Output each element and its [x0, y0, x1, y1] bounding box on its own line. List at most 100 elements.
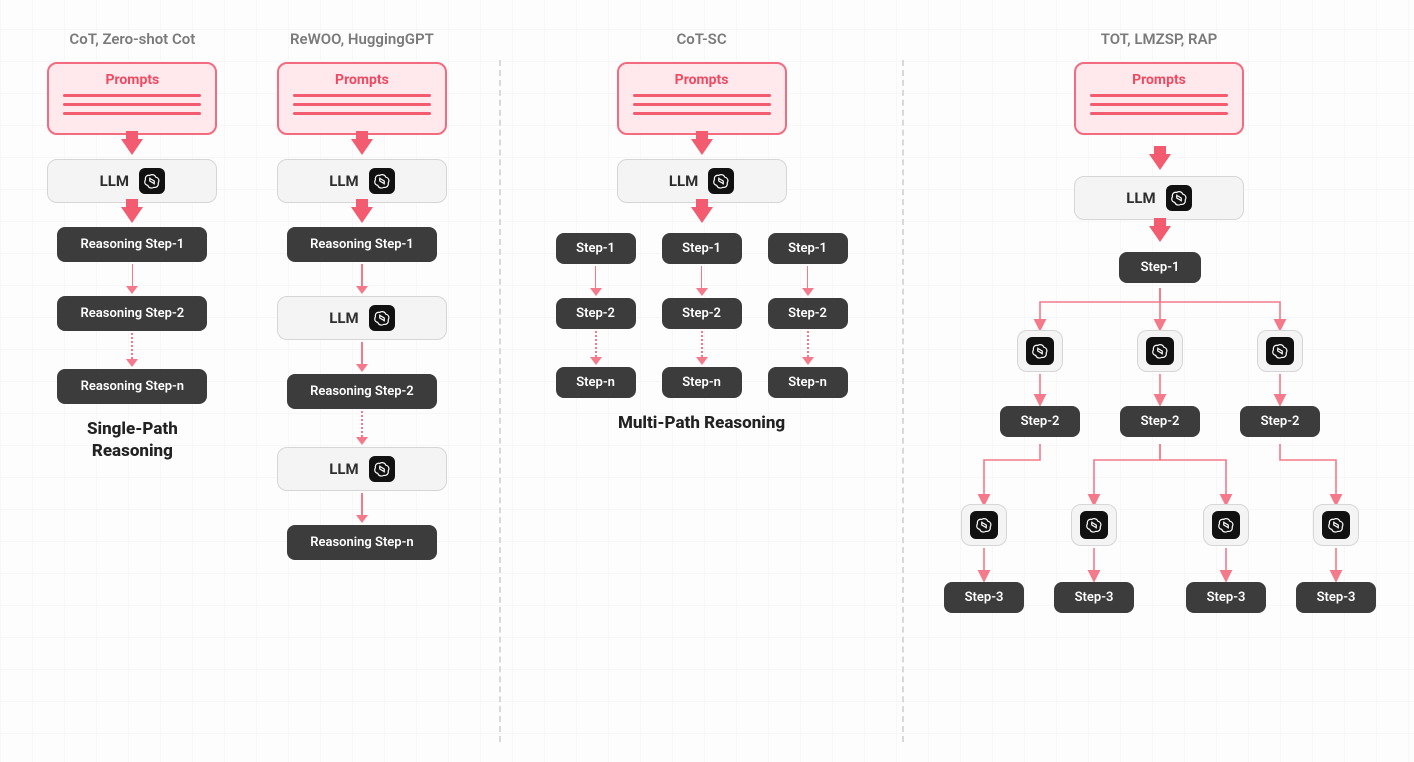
arrow-down-icon — [121, 139, 143, 155]
arrow-down-icon — [1149, 154, 1171, 170]
cotsc-paths: Step-1 Step-2 Step-n Step-1 Step-2 Step-… — [556, 233, 848, 398]
openai-icon — [369, 168, 395, 194]
arrow-down-icon — [126, 264, 138, 294]
step-node: Step-2 — [1240, 406, 1320, 437]
llm-label: LLM — [329, 460, 358, 478]
arrow-down-icon — [590, 266, 602, 296]
llm-mini-node — [1257, 330, 1303, 372]
cotsc-path: Step-1 Step-2 Step-n — [556, 233, 636, 398]
step-node: Step-3 — [1054, 582, 1134, 613]
header-cotsc: CoT-SC — [677, 30, 727, 48]
step-node: Step-n — [556, 367, 636, 398]
llm-mini-node — [1137, 330, 1183, 372]
openai-icon — [369, 305, 395, 331]
header-cot: CoT, Zero-shot Cot — [69, 30, 195, 48]
reasoning-step: Reasoning Step-2 — [287, 374, 437, 409]
llm-label: LLM — [100, 172, 129, 190]
header-tot: TOT, LMZSP, RAP — [1101, 30, 1218, 48]
arrow-down-icon — [1149, 226, 1171, 242]
prompts-box-rewoo: Prompts — [277, 62, 447, 135]
llm-node: LLM — [277, 296, 447, 340]
prompts-box-tot: Prompts — [1074, 62, 1244, 135]
cotsc-path: Step-1 Step-2 Step-n — [768, 233, 848, 398]
arrow-down-icon — [356, 342, 368, 372]
llm-node: LLM — [47, 159, 217, 203]
section-divider — [902, 60, 904, 742]
openai-icon — [1146, 337, 1174, 365]
openai-icon — [970, 511, 998, 539]
step-node: Step-2 — [1000, 406, 1080, 437]
step-node: Step-1 — [556, 233, 636, 264]
openai-icon — [1266, 337, 1294, 365]
openai-icon — [1166, 185, 1192, 211]
tot-tree: Prompts LLM Step-1 — [944, 62, 1374, 762]
arrow-down-icon — [696, 331, 708, 365]
step-node: Step-1 — [1119, 252, 1201, 283]
arrow-down-icon — [691, 139, 713, 155]
arrow-down-icon — [696, 266, 708, 296]
prompt-lines-icon — [291, 94, 433, 115]
prompts-title: Prompts — [61, 72, 203, 88]
step-node: Step-2 — [662, 298, 742, 329]
step-node: Step-1 — [662, 233, 742, 264]
column-cot: CoT, Zero-shot Cot Prompts LLM Reasoning… — [40, 30, 225, 462]
llm-mini-node — [1313, 504, 1359, 546]
arrow-down-icon — [351, 207, 373, 223]
llm-node: LLM — [617, 159, 787, 203]
prompts-box-cot: Prompts — [47, 62, 217, 135]
arrow-down-icon — [691, 207, 713, 223]
column-tot: TOT, LMZSP, RAP Prompts LLM Step-1 — [944, 30, 1374, 762]
prompts-box-cotsc: Prompts — [617, 62, 787, 135]
openai-icon — [708, 168, 734, 194]
openai-icon — [369, 456, 395, 482]
openai-icon — [1026, 337, 1054, 365]
step-node: Step-n — [662, 367, 742, 398]
step-node: Step-2 — [1120, 406, 1200, 437]
arrow-down-icon — [802, 266, 814, 296]
llm-node: LLM — [1074, 176, 1244, 220]
openai-icon — [1322, 511, 1350, 539]
arrow-down-icon — [351, 139, 373, 155]
llm-label: LLM — [329, 309, 358, 327]
prompt-lines-icon — [1088, 94, 1230, 115]
reasoning-step: Reasoning Step-1 — [287, 227, 437, 262]
caption-multi-path: Multi-Path Reasoning — [618, 412, 785, 434]
prompt-lines-icon — [61, 94, 203, 115]
caption-single-path: Single-Path Reasoning — [87, 418, 178, 462]
arrow-down-icon — [356, 411, 368, 445]
reasoning-step: Reasoning Step-2 — [57, 296, 207, 331]
arrow-down-icon — [121, 207, 143, 223]
prompts-title: Prompts — [631, 72, 773, 88]
llm-label: LLM — [1126, 189, 1155, 207]
arrow-down-icon — [356, 264, 368, 294]
prompt-lines-icon — [631, 94, 773, 115]
arrow-down-icon — [356, 493, 368, 523]
openai-icon — [1212, 511, 1240, 539]
step-node: Step-3 — [1186, 582, 1266, 613]
llm-mini-node — [1203, 504, 1249, 546]
column-rewoo: ReWOO, HuggingGPT Prompts LLM Reasoning … — [265, 30, 459, 560]
step-node: Step-n — [768, 367, 848, 398]
step-node: Step-2 — [556, 298, 636, 329]
llm-mini-node — [1017, 330, 1063, 372]
column-cotsc: CoT-SC Prompts LLM Step-1 Step-2 Step-n … — [541, 30, 862, 434]
openai-icon — [139, 168, 165, 194]
step-node: Step-3 — [944, 582, 1024, 613]
step-node: Step-2 — [768, 298, 848, 329]
step-node: Step-3 — [1296, 582, 1376, 613]
arrow-down-icon — [802, 331, 814, 365]
llm-mini-node — [1071, 504, 1117, 546]
arrow-down-icon — [590, 331, 602, 365]
step-node: Step-1 — [768, 233, 848, 264]
cotsc-path: Step-1 Step-2 Step-n — [662, 233, 742, 398]
llm-mini-node — [961, 504, 1007, 546]
llm-label: LLM — [669, 172, 698, 190]
arrow-down-icon — [126, 333, 138, 367]
header-rewoo: ReWOO, HuggingGPT — [290, 30, 434, 48]
prompts-title: Prompts — [291, 72, 433, 88]
reasoning-step: Reasoning Step-n — [287, 525, 437, 560]
prompts-title: Prompts — [1088, 72, 1230, 88]
reasoning-step: Reasoning Step-1 — [57, 227, 207, 262]
llm-label: LLM — [329, 172, 358, 190]
section-divider — [499, 60, 501, 742]
